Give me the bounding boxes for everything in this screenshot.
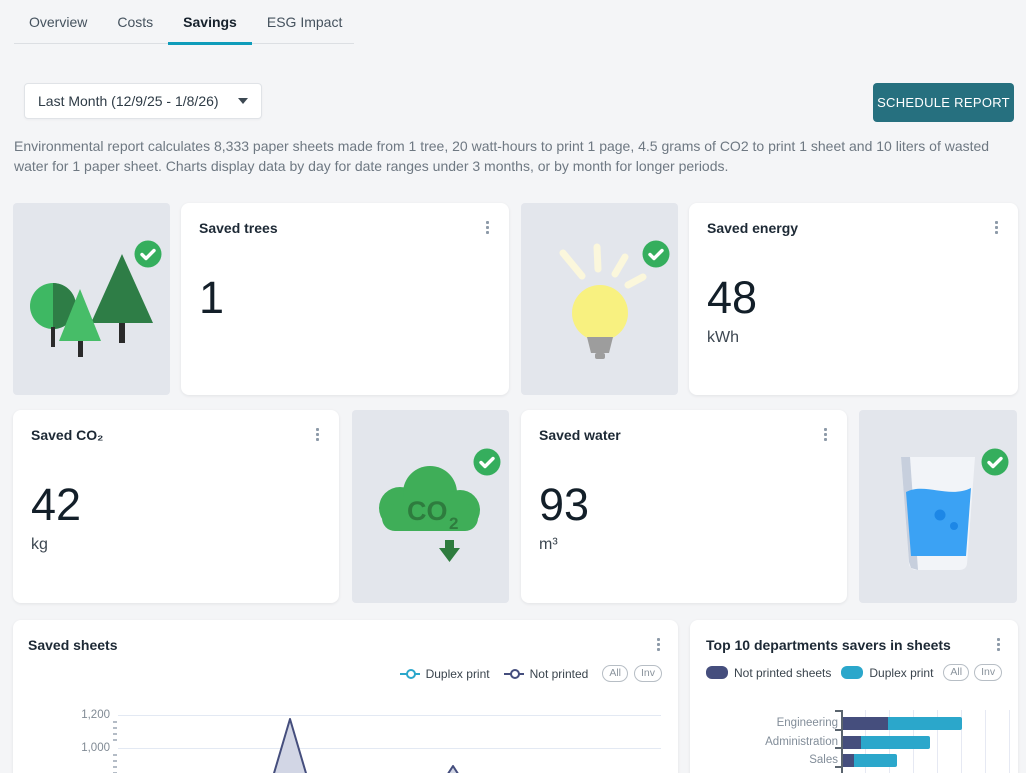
- svg-text:2: 2: [449, 514, 458, 533]
- saved-water-card: Saved water 93 m³: [521, 410, 847, 603]
- kebab-menu-icon[interactable]: [819, 428, 831, 444]
- administration-duplex-segment: [861, 736, 930, 749]
- saved-water-illustration-tile: [859, 410, 1017, 603]
- saved-water-unit: m³: [539, 536, 558, 554]
- inv-filter-button[interactable]: Inv: [974, 664, 1002, 681]
- administration-not-printed-segment: [843, 736, 861, 749]
- saved-trees-value: 1: [199, 275, 224, 320]
- saved-co2-title: Saved CO₂: [31, 427, 103, 443]
- engineering-not-printed-segment: [843, 717, 888, 730]
- lightbulb-icon: [551, 243, 651, 368]
- saved-trees-title: Saved trees: [199, 220, 278, 236]
- departments-chart-title: Top 10 departments savers in sheets: [706, 637, 951, 653]
- kebab-menu-icon[interactable]: [992, 638, 1004, 654]
- tab-bar: Overview Costs Savings ESG Impact: [14, 0, 354, 44]
- bar-administration[interactable]: [843, 736, 930, 749]
- legend-duplex-print-label: Duplex print: [869, 666, 933, 680]
- kebab-menu-icon[interactable]: [990, 221, 1002, 237]
- engineering-duplex-segment: [888, 717, 962, 730]
- departments-chart-legend: Not printed sheets Duplex print All Inv: [706, 664, 1002, 681]
- saved-energy-title: Saved energy: [707, 220, 798, 236]
- saved-co2-card: Saved CO₂ 42 kg: [13, 410, 339, 603]
- co2-cloud-arrow-icon: CO 2: [370, 456, 490, 568]
- savings-dashboard: Overview Costs Savings ESG Impact Last M…: [0, 0, 1026, 773]
- report-description: Environmental report calculates 8,333 pa…: [14, 136, 1002, 176]
- saved-energy-illustration-tile: [521, 203, 678, 395]
- departments-chart-card: Top 10 departments savers in sheets Not …: [690, 620, 1018, 773]
- saved-energy-card: Saved energy 48 kWh: [689, 203, 1018, 395]
- caret-down-icon: [238, 98, 248, 104]
- kebab-menu-icon[interactable]: [311, 428, 323, 444]
- saved-sheets-chart-card: Saved sheets Duplex print Not printed Al…: [13, 620, 678, 773]
- kebab-menu-icon[interactable]: [481, 221, 493, 237]
- check-circle-icon: [473, 448, 501, 476]
- svg-text:CO: CO: [407, 496, 448, 526]
- saved-co2-unit: kg: [31, 536, 48, 554]
- tab-savings[interactable]: Savings: [168, 0, 252, 45]
- all-filter-button[interactable]: All: [943, 664, 969, 681]
- not-printed-sheets-marker-icon: [706, 666, 728, 679]
- legend-not-printed-sheets[interactable]: Not printed sheets: [706, 666, 831, 680]
- bar-sales[interactable]: [843, 754, 897, 767]
- saved-co2-value: 42: [31, 482, 81, 527]
- category-label-sales: Sales: [738, 754, 838, 766]
- category-label-administration: Administration: [738, 736, 838, 748]
- tab-esg-impact[interactable]: ESG Impact: [252, 0, 357, 45]
- not-printed-line-series: [13, 620, 678, 773]
- duplex-print-marker-icon: [841, 666, 863, 679]
- sales-duplex-segment: [854, 754, 897, 767]
- date-range-select[interactable]: Last Month (12/9/25 - 1/8/26): [24, 83, 262, 119]
- sales-not-printed-segment: [843, 754, 854, 767]
- saved-energy-unit: kWh: [707, 329, 739, 347]
- saved-trees-illustration-tile: [13, 203, 170, 395]
- tab-costs[interactable]: Costs: [102, 0, 168, 45]
- saved-water-value: 93: [539, 482, 589, 527]
- date-range-value: Last Month (12/9/25 - 1/8/26): [38, 93, 219, 109]
- check-circle-icon: [642, 240, 670, 268]
- saved-trees-card: Saved trees 1: [181, 203, 509, 395]
- saved-co2-illustration-tile: CO 2: [352, 410, 509, 603]
- check-circle-icon: [134, 240, 162, 268]
- schedule-report-button[interactable]: SCHEDULE REPORT: [873, 83, 1014, 122]
- tab-overview[interactable]: Overview: [14, 0, 102, 45]
- saved-water-title: Saved water: [539, 427, 621, 443]
- category-label-engineering: Engineering: [738, 717, 838, 729]
- bar-engineering[interactable]: [843, 717, 962, 730]
- check-circle-icon: [981, 448, 1009, 476]
- saved-energy-value: 48: [707, 275, 757, 320]
- legend-not-printed-sheets-label: Not printed sheets: [734, 666, 831, 680]
- legend-duplex-print[interactable]: Duplex print: [841, 666, 933, 680]
- water-glass-icon: [893, 452, 983, 577]
